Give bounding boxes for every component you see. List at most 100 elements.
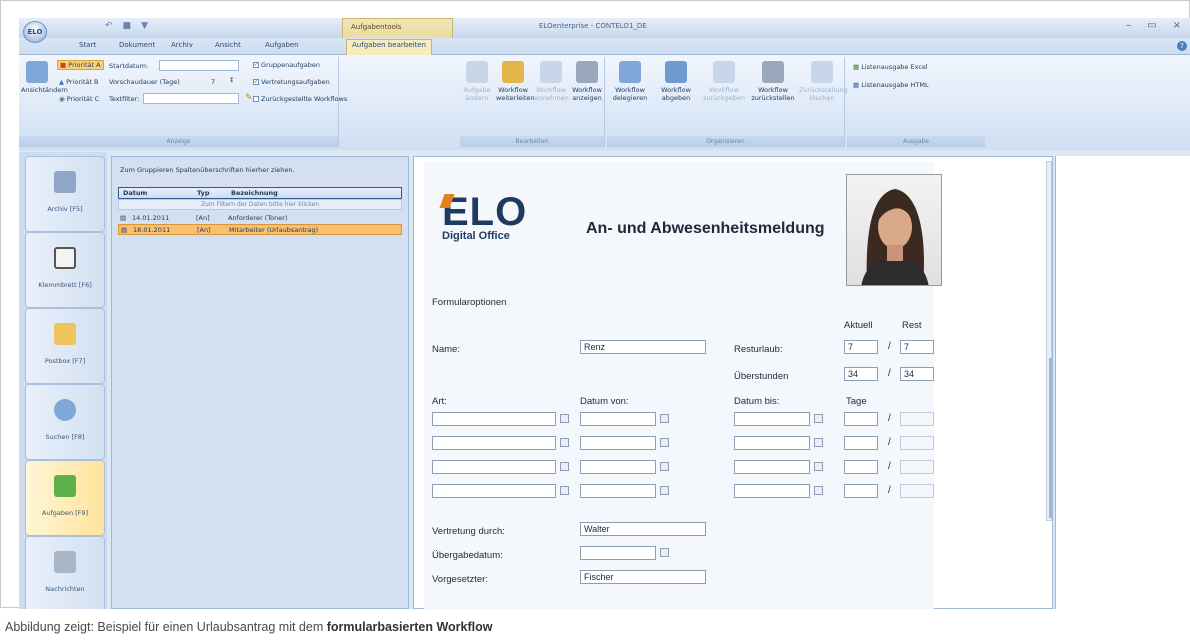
days-field[interactable] <box>844 436 878 450</box>
workflow-abgeben-label: Workflow abgeben <box>661 86 691 102</box>
dropdown-icon[interactable] <box>560 486 569 495</box>
type-field[interactable] <box>432 460 556 474</box>
filter-clear-icon[interactable]: ✎ <box>245 93 253 103</box>
undo-icon[interactable]: ↶ <box>105 21 113 31</box>
type-field[interactable] <box>432 484 556 498</box>
aufgabe-aendern-button[interactable]: Aufgabe ändern <box>462 61 492 102</box>
group-ausgabe-label: Ausgabe <box>847 136 985 147</box>
date-from-label: Datum von: <box>580 396 629 407</box>
nav-postbox[interactable]: Postbox [F7] <box>25 308 105 384</box>
workflow-delegieren-button[interactable]: Workflow delegieren <box>609 61 651 102</box>
workflow-annehmen-button[interactable]: Workflow annehmen <box>534 61 569 102</box>
days-field[interactable] <box>844 412 878 426</box>
workflow-weiterleiten-button[interactable]: Workflow weiterleiten <box>496 61 535 102</box>
handover-date-field[interactable] <box>580 546 656 560</box>
slash-separator: / <box>888 413 891 424</box>
tab-aufgaben-bearbeiten[interactable]: Aufgaben bearbeiten <box>346 39 432 55</box>
date-to-field[interactable] <box>734 436 810 450</box>
tab-ansicht[interactable]: Ansicht <box>215 41 241 49</box>
preview-duration-value[interactable]: 7 <box>211 78 215 86</box>
calendar-icon[interactable] <box>814 414 823 423</box>
panel-splitter[interactable] <box>1049 358 1053 518</box>
col-datum[interactable]: Datum <box>123 189 147 197</box>
days-field[interactable] <box>844 484 878 498</box>
chk-gruppenaufgaben[interactable]: ✓ Gruppenaufgaben <box>253 61 320 69</box>
html-export-button[interactable]: ▦ Listenausgabe HTML <box>853 81 929 89</box>
priority-a-label: Priorität A <box>68 61 101 69</box>
type-field[interactable] <box>432 412 556 426</box>
days-field[interactable] <box>844 460 878 474</box>
app-orb-button[interactable]: ELO <box>23 21 47 43</box>
date-from-field[interactable] <box>580 484 656 498</box>
help-icon[interactable]: ? <box>1177 41 1187 51</box>
calendar-icon[interactable] <box>814 438 823 447</box>
tab-archiv[interactable]: Archiv <box>171 41 193 49</box>
print-icon[interactable]: ▼ <box>141 21 148 31</box>
search-icon <box>54 399 76 421</box>
maximize-button[interactable]: ▭ <box>1147 20 1156 31</box>
tab-dokument[interactable]: Dokument <box>119 41 155 49</box>
group-bearbeiten-label: Bearbeiten <box>460 136 604 147</box>
table-row[interactable]: ▤ 14.01.2011 [An] Anforderer (Toner) <box>118 213 402 224</box>
workflow-anzeigen-button[interactable]: Workflow anzeigen <box>570 61 604 102</box>
close-button[interactable]: × <box>1173 20 1181 31</box>
chk-vertretungsaufgaben[interactable]: ✓ Vertretungsaufgaben <box>253 78 330 86</box>
nav-nachrichten[interactable]: Nachrichten <box>25 536 105 609</box>
date-from-field[interactable] <box>580 460 656 474</box>
workflow-abgeben-button[interactable]: Workflow abgeben <box>655 61 697 102</box>
nav-archiv[interactable]: Archiv [F5] <box>25 156 105 232</box>
save-icon[interactable]: ■ <box>123 21 132 31</box>
calendar-icon[interactable] <box>660 438 669 447</box>
overtime-current-field[interactable]: 34 <box>844 367 878 381</box>
figure-frame: ELO ↶ ■ ▼ ELOenterprise - CONTELO1_DE – … <box>0 0 1190 609</box>
date-to-field[interactable] <box>734 484 810 498</box>
textfilter-input[interactable] <box>143 93 239 104</box>
calendar-icon[interactable] <box>814 462 823 471</box>
zurueckstellung-loeschen-button[interactable]: Zurückstellung löschen <box>799 61 848 102</box>
slash-separator: / <box>888 437 891 448</box>
deputy-field[interactable]: Walter <box>580 522 706 536</box>
excel-export-button[interactable]: ▦ Listenausgabe Excel <box>853 63 928 71</box>
preview-stepper[interactable]: ↕ <box>229 76 234 84</box>
workflow-zurueckgeben-button[interactable]: Workflow zurückgeben <box>701 61 747 102</box>
calendar-icon[interactable] <box>660 462 669 471</box>
absence-form: ELO Digital Office An- und Abwesenheitsm… <box>424 162 942 609</box>
calendar-icon[interactable] <box>660 486 669 495</box>
col-bezeichnung[interactable]: Bezeichnung <box>231 189 278 197</box>
vacation-current-field[interactable]: 7 <box>844 340 878 354</box>
nav-aufgaben[interactable]: Aufgaben [F9] <box>25 460 105 536</box>
start-date-input[interactable] <box>159 60 239 71</box>
chk-zurueckgestellte[interactable]: Zurückgestellte Workflows <box>253 95 347 103</box>
calendar-icon[interactable] <box>660 548 669 557</box>
nav-suchen[interactable]: Suchen [F8] <box>25 384 105 460</box>
workflow-zurueckstellen-button[interactable]: Workflow zurückstellen <box>749 61 797 102</box>
dropdown-icon[interactable] <box>560 462 569 471</box>
zurueckstellung-loeschen-label: Zurückstellung löschen <box>799 86 848 102</box>
date-to-field[interactable] <box>734 460 810 474</box>
calendar-icon[interactable] <box>814 486 823 495</box>
tab-aufgaben[interactable]: Aufgaben <box>265 41 299 49</box>
col-typ[interactable]: Typ <box>197 189 210 197</box>
type-field[interactable] <box>432 436 556 450</box>
priority-c-button[interactable]: ◉ Priorität C <box>59 95 99 103</box>
window-controls: – ▭ × <box>1126 20 1181 31</box>
date-from-field[interactable] <box>580 412 656 426</box>
table-row[interactable]: ▤ 18.01.2011 [An] Mitarbeiter (Urlaubsan… <box>118 224 402 235</box>
days-rest-field <box>900 412 934 426</box>
priority-a-button[interactable]: ■ Priorität A <box>57 60 104 70</box>
date-from-field[interactable] <box>580 436 656 450</box>
overtime-rest-field[interactable]: 34 <box>900 367 934 381</box>
vacation-rest-field[interactable]: 7 <box>900 340 934 354</box>
tab-start[interactable]: Start <box>79 41 96 49</box>
priority-b-button[interactable]: ▲ Priorität B <box>59 78 98 86</box>
minimize-button[interactable]: – <box>1126 20 1131 31</box>
date-to-field[interactable] <box>734 412 810 426</box>
filter-row[interactable]: Zum Filtern der Daten bitte hier klicken <box>118 199 402 210</box>
dropdown-icon[interactable] <box>560 438 569 447</box>
dropdown-icon[interactable] <box>560 414 569 423</box>
view-change-button[interactable]: Ansichtändern <box>21 61 68 94</box>
calendar-icon[interactable] <box>660 414 669 423</box>
name-field[interactable]: Renz <box>580 340 706 354</box>
nav-klemmbrett[interactable]: Klemmbrett [F6] <box>25 232 105 308</box>
supervisor-field[interactable]: Fischer <box>580 570 706 584</box>
